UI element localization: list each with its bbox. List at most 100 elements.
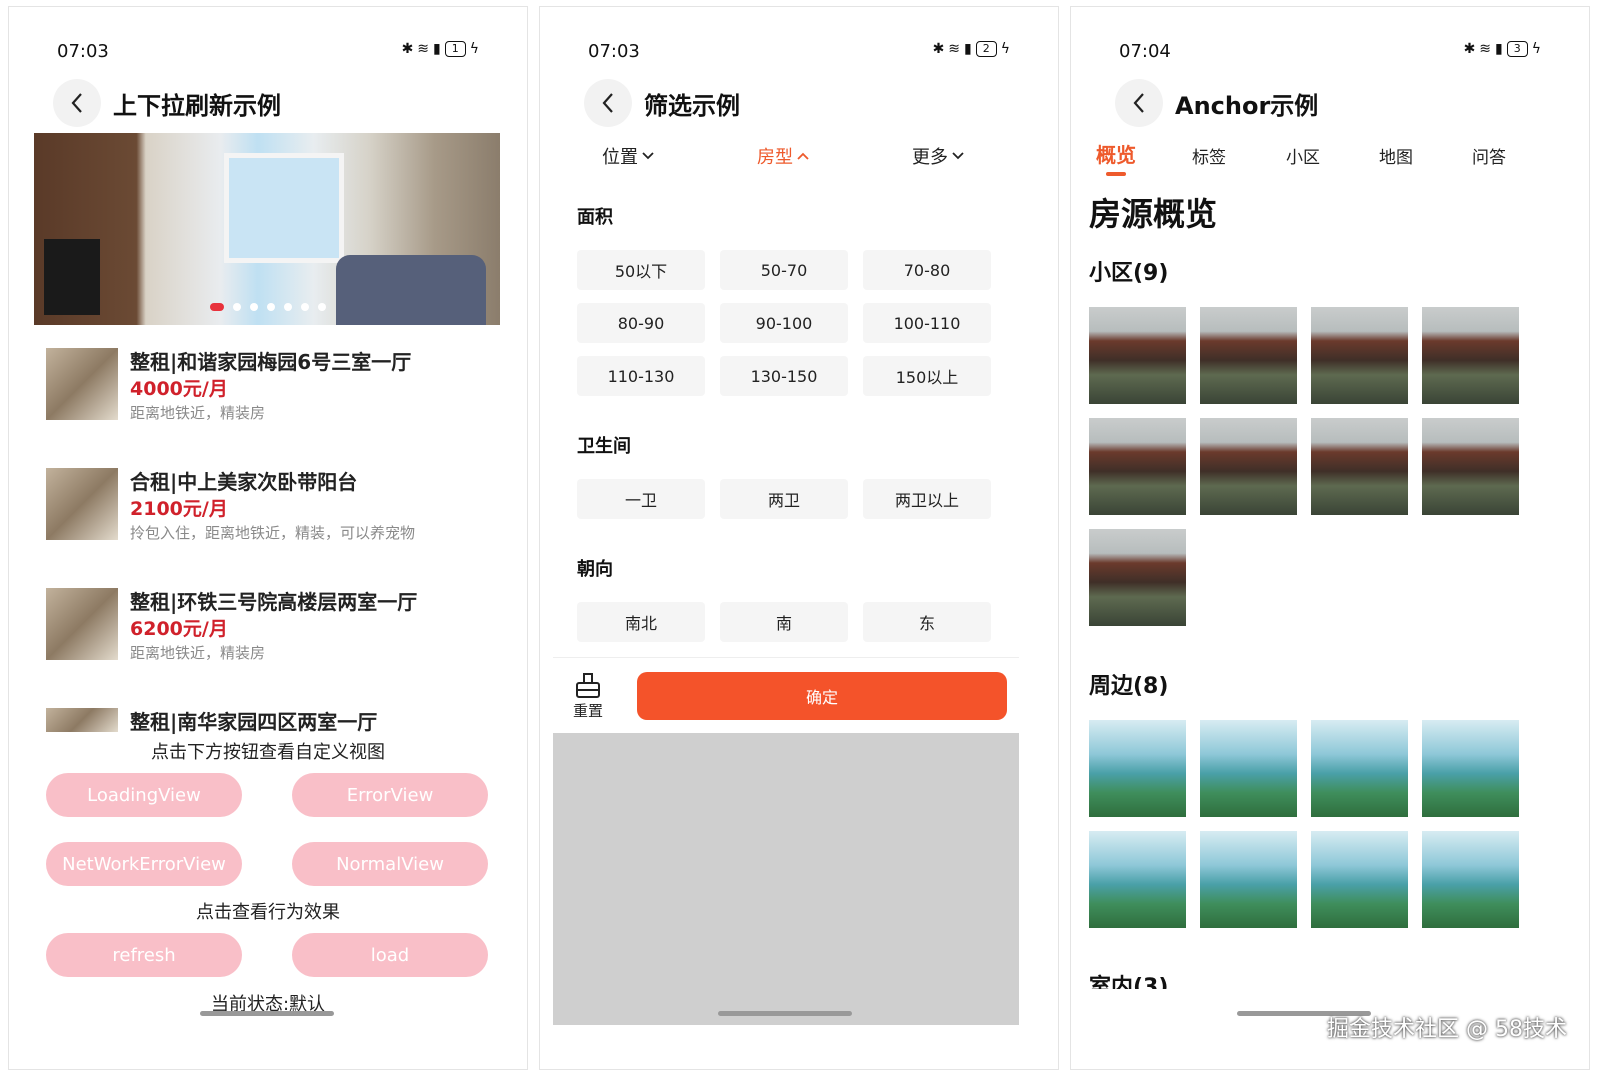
tab-label: 更多: [912, 147, 948, 168]
option-orientation[interactable]: 南北: [577, 602, 705, 642]
home-indicator[interactable]: [718, 1011, 852, 1016]
nearby-photo[interactable]: [1200, 720, 1297, 817]
nearby-photo[interactable]: [1311, 720, 1408, 817]
tab-tags[interactable]: 标签: [1192, 143, 1226, 168]
option-orientation[interactable]: 南: [720, 602, 848, 642]
reset-label: 重置: [573, 702, 604, 720]
load-button[interactable]: load: [292, 933, 488, 977]
option-area[interactable]: 50以下: [577, 250, 705, 290]
listing-item[interactable]: 合租|中上美家次卧带阳台 2100元/月 拎包入住，距离地铁近，精装，可以养宠物: [46, 468, 516, 558]
listing-title: 整租|环铁三号院高楼层两室一厅: [130, 590, 418, 614]
confirm-button[interactable]: 确定: [637, 672, 1007, 720]
nearby-photo[interactable]: [1422, 720, 1519, 817]
tab-label: 位置: [602, 147, 638, 168]
custom-view-hint: 点击下方按钮查看自定义视图: [151, 742, 385, 763]
overlay-mask[interactable]: [553, 733, 1019, 1025]
carousel-dot: [250, 303, 258, 311]
community-photo[interactable]: [1422, 307, 1519, 404]
nearby-photo[interactable]: [1200, 831, 1297, 928]
option-area[interactable]: 130-150: [720, 356, 848, 396]
listing-thumbnail: [46, 708, 118, 732]
loading-view-button[interactable]: LoadingView: [46, 773, 242, 817]
sim-icon: ▮: [1495, 41, 1503, 57]
status-icons: ✱ ≋ ▮ 3 ϟ: [1464, 41, 1541, 57]
error-view-button[interactable]: ErrorView: [292, 773, 488, 817]
section-orientation-title: 朝向: [577, 559, 613, 580]
option-area[interactable]: 100-110: [863, 303, 991, 343]
charging-icon: ϟ: [469, 41, 479, 57]
community-photo[interactable]: [1089, 307, 1186, 404]
nearby-photo[interactable]: [1089, 720, 1186, 817]
carousel-dot: [318, 303, 326, 311]
tab-community[interactable]: 小区: [1286, 143, 1320, 168]
refresh-demo-screen: 07:03 ✱ ≋ ▮ 1 ϟ 上下拉刷新示例 整租|和谐家园梅园6号三室一厅 …: [8, 6, 528, 1070]
back-button[interactable]: [53, 79, 101, 127]
section-nearby-title: 周边(8): [1089, 674, 1169, 699]
back-button[interactable]: [584, 79, 632, 127]
nearby-photo[interactable]: [1422, 831, 1519, 928]
banner-carousel[interactable]: [34, 133, 500, 325]
listing-desc: 距离地铁近，精装房: [130, 644, 266, 662]
option-area[interactable]: 80-90: [577, 303, 705, 343]
page-title: 筛选示例: [644, 91, 740, 120]
listing-title: 整租|和谐家园梅园6号三室一厅: [130, 350, 412, 374]
community-photo[interactable]: [1311, 307, 1408, 404]
listing-thumbnail: [46, 348, 118, 420]
status-time: 07:04: [1119, 41, 1171, 62]
tab-more[interactable]: 更多: [912, 143, 964, 169]
listing-item[interactable]: 整租|环铁三号院高楼层两室一厅 6200元/月 距离地铁近，精装房: [46, 588, 516, 678]
option-bathroom[interactable]: 两卫: [720, 479, 848, 519]
reset-button[interactable]: 重置: [573, 672, 603, 721]
community-photo[interactable]: [1200, 307, 1297, 404]
battery-icon: 1: [444, 41, 466, 57]
home-indicator[interactable]: [200, 1011, 334, 1016]
page-header: 上下拉刷新示例: [53, 77, 281, 129]
bluetooth-icon: ✱: [1463, 41, 1476, 57]
listing-thumbnail: [46, 468, 118, 540]
listing-item[interactable]: 整租|和谐家园梅园6号三室一厅 4000元/月 距离地铁近，精装房: [46, 348, 516, 438]
broom-icon: [576, 673, 600, 698]
option-area[interactable]: 50-70: [720, 250, 848, 290]
tab-location[interactable]: 位置: [602, 143, 654, 169]
option-area[interactable]: 110-130: [577, 356, 705, 396]
community-photo[interactable]: [1422, 418, 1519, 515]
option-area[interactable]: 70-80: [863, 250, 991, 290]
nearby-photo[interactable]: [1311, 831, 1408, 928]
section-indoor-title: 室内(3): [1089, 975, 1169, 989]
nearby-photo[interactable]: [1089, 831, 1186, 928]
status-bar: 07:04 ✱ ≋ ▮ 3 ϟ: [1119, 41, 1541, 63]
option-orientation[interactable]: 东: [863, 602, 991, 642]
community-photo[interactable]: [1089, 529, 1186, 626]
option-bathroom[interactable]: 一卫: [577, 479, 705, 519]
community-photo[interactable]: [1089, 418, 1186, 515]
listing-price: 6200元/月: [130, 618, 228, 640]
carousel-indicator: [210, 303, 326, 311]
normal-view-button[interactable]: NormalView: [292, 842, 488, 886]
option-area[interactable]: 150以上: [863, 356, 991, 396]
tab-room-type[interactable]: 房型: [757, 143, 809, 169]
section-area-title: 面积: [577, 207, 613, 228]
option-bathroom[interactable]: 两卫以上: [863, 479, 991, 519]
option-area[interactable]: 90-100: [720, 303, 848, 343]
status-icons: ✱ ≋ ▮ 2 ϟ: [933, 41, 1010, 57]
carousel-dot: [284, 303, 292, 311]
back-button[interactable]: [1115, 79, 1163, 127]
community-photo[interactable]: [1200, 418, 1297, 515]
page-header: Anchor示例: [1115, 77, 1318, 129]
status-bar: 07:03 ✱ ≋ ▮ 2 ϟ: [588, 41, 1010, 63]
refresh-button[interactable]: refresh: [46, 933, 242, 977]
filter-footer: 重置 确定: [553, 657, 1019, 734]
tab-map[interactable]: 地图: [1379, 143, 1413, 168]
chevron-left-icon: [602, 93, 613, 113]
community-photo[interactable]: [1311, 418, 1408, 515]
status-time: 07:03: [588, 41, 640, 62]
sim-icon: ▮: [964, 41, 972, 57]
overview-heading: 房源概览: [1089, 195, 1218, 233]
listing-item[interactable]: 整租|南华家园四区两室一厅: [46, 708, 516, 738]
bluetooth-icon: ✱: [932, 41, 945, 57]
network-error-view-button[interactable]: NetWorkErrorView: [46, 842, 242, 886]
tab-overview[interactable]: 概览: [1096, 139, 1136, 176]
section-indoor-clip: 室内(3): [1071, 967, 1589, 989]
chevron-left-icon: [71, 93, 82, 113]
tab-qa[interactable]: 问答: [1472, 143, 1506, 168]
